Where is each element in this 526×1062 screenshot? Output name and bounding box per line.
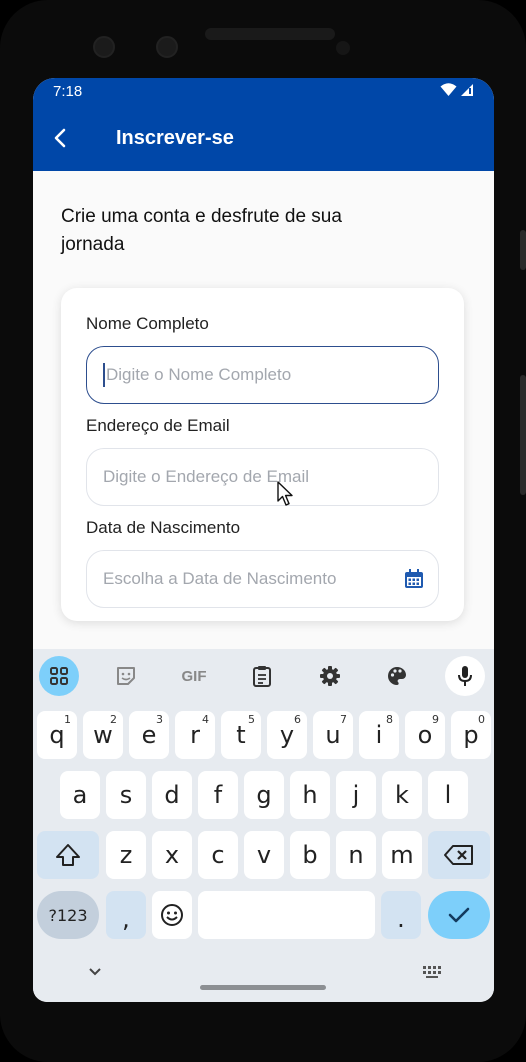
full-name-placeholder: Digite o Nome Completo	[106, 365, 292, 384]
key-number-hint: 9	[432, 713, 439, 726]
front-camera-left	[93, 36, 115, 58]
key-p[interactable]: p0	[451, 711, 491, 759]
title-bar: Inscrever-se	[33, 106, 494, 171]
birthdate-placeholder: Escolha a Data de Nascimento	[103, 569, 337, 588]
email-input[interactable]: Digite o Endereço de Email	[86, 448, 439, 506]
phone-frame: 7:18 Inscrever-se Crie uma conta e desfr…	[0, 0, 526, 1062]
key-w[interactable]: w2	[83, 711, 123, 759]
calendar-icon[interactable]	[402, 567, 426, 591]
mouse-pointer-icon	[277, 481, 293, 506]
key-x[interactable]: x	[152, 831, 192, 879]
key-label: q	[49, 721, 65, 749]
key-f[interactable]: f	[198, 771, 238, 819]
text-caret	[103, 363, 105, 387]
status-bar: 7:18	[33, 78, 494, 106]
headline-text: Crie uma conta e desfrute de sua jornada	[61, 206, 342, 255]
key-b[interactable]: b	[290, 831, 330, 879]
keyboard-toolbar: GIF	[33, 649, 494, 703]
key-number-hint: 7	[340, 713, 347, 726]
front-camera-right	[156, 36, 178, 58]
key-label: y	[279, 721, 295, 749]
key-c[interactable]: c	[198, 831, 238, 879]
wifi-icon	[440, 83, 457, 96]
key-t[interactable]: t5	[221, 711, 261, 759]
backspace-key[interactable]	[428, 831, 490, 879]
side-button	[520, 230, 526, 270]
gif-button[interactable]: GIF	[174, 656, 214, 696]
earpiece-speaker	[205, 28, 335, 40]
key-h[interactable]: h	[290, 771, 330, 819]
status-icons	[440, 83, 474, 97]
key-label: r	[190, 721, 200, 749]
key-label: i	[375, 721, 383, 749]
key-z[interactable]: z	[106, 831, 146, 879]
space-bar[interactable]	[198, 891, 375, 939]
key-m[interactable]: m	[382, 831, 422, 879]
birthdate-label: Data de Nascimento	[86, 518, 241, 537]
key-d[interactable]: d	[152, 771, 192, 819]
full-name-label: Nome Completo	[86, 314, 209, 333]
key-label: p	[463, 721, 479, 749]
key-label: t	[236, 721, 246, 749]
key-number-hint: 8	[386, 713, 393, 726]
settings-gear-icon[interactable]	[310, 656, 350, 696]
theme-palette-icon[interactable]	[377, 656, 417, 696]
email-label: Endereço de Email	[86, 416, 230, 435]
key-number-hint: 3	[156, 713, 163, 726]
key-v[interactable]: v	[244, 831, 284, 879]
key-n[interactable]: n	[336, 831, 376, 879]
key-o[interactable]: o9	[405, 711, 445, 759]
key-number-hint: 5	[248, 713, 255, 726]
device-screen: 7:18 Inscrever-se Crie uma conta e desfr…	[33, 78, 494, 1002]
navigation-bar	[33, 949, 494, 1002]
key-k[interactable]: k	[382, 771, 422, 819]
key-j[interactable]: j	[336, 771, 376, 819]
phone-top-bezel	[0, 0, 526, 80]
shift-key[interactable]	[37, 831, 99, 879]
key-a[interactable]: a	[60, 771, 100, 819]
hide-keyboard-chevron-down-icon[interactable]	[88, 967, 102, 977]
period-key[interactable]: .	[381, 891, 421, 939]
signup-form-card: Nome Completo Digite o Nome Completo End…	[61, 288, 464, 621]
key-g[interactable]: g	[244, 771, 284, 819]
enter-check-key[interactable]	[428, 891, 490, 939]
key-s[interactable]: s	[106, 771, 146, 819]
key-r[interactable]: r4	[175, 711, 215, 759]
key-label: o	[417, 721, 433, 749]
proximity-sensor	[336, 41, 350, 55]
home-gesture-handle[interactable]	[200, 985, 326, 990]
key-i[interactable]: i8	[359, 711, 399, 759]
signal-icon	[461, 84, 473, 96]
page-title: Inscrever-se	[116, 127, 234, 149]
status-time: 7:18	[53, 83, 83, 100]
comma-key[interactable]: ,	[106, 891, 146, 939]
key-number-hint: 4	[202, 713, 209, 726]
key-q[interactable]: q1	[37, 711, 77, 759]
emoji-key[interactable]	[152, 891, 192, 939]
back-arrow-icon[interactable]	[49, 126, 73, 150]
keyboard-switch-icon[interactable]	[422, 965, 442, 979]
signup-content: Crie uma conta e desfrute de sua jornada…	[33, 171, 494, 649]
birthdate-input[interactable]: Escolha a Data de Nascimento	[86, 550, 439, 608]
key-y[interactable]: y6	[267, 711, 307, 759]
microphone-icon[interactable]	[445, 656, 485, 696]
clipboard-icon[interactable]	[242, 656, 282, 696]
symbols-key[interactable]: ?123	[37, 891, 99, 939]
key-number-hint: 1	[64, 713, 71, 726]
app-bar: 7:18 Inscrever-se	[33, 78, 494, 171]
key-number-hint: 6	[294, 713, 301, 726]
sticker-icon[interactable]	[106, 656, 146, 696]
on-screen-keyboard: GIF q1w2e3r4t5y6u7i8o9p0 asdfghjkl zxcvb…	[33, 649, 494, 1002]
key-label: u	[325, 721, 341, 749]
key-l[interactable]: l	[428, 771, 468, 819]
volume-button	[520, 375, 526, 495]
apps-grid-icon[interactable]	[39, 656, 79, 696]
full-name-input[interactable]: Digite o Nome Completo	[86, 346, 439, 404]
key-number-hint: 0	[478, 713, 485, 726]
key-label: e	[141, 721, 157, 749]
key-u[interactable]: u7	[313, 711, 353, 759]
key-number-hint: 2	[110, 713, 117, 726]
key-e[interactable]: e3	[129, 711, 169, 759]
